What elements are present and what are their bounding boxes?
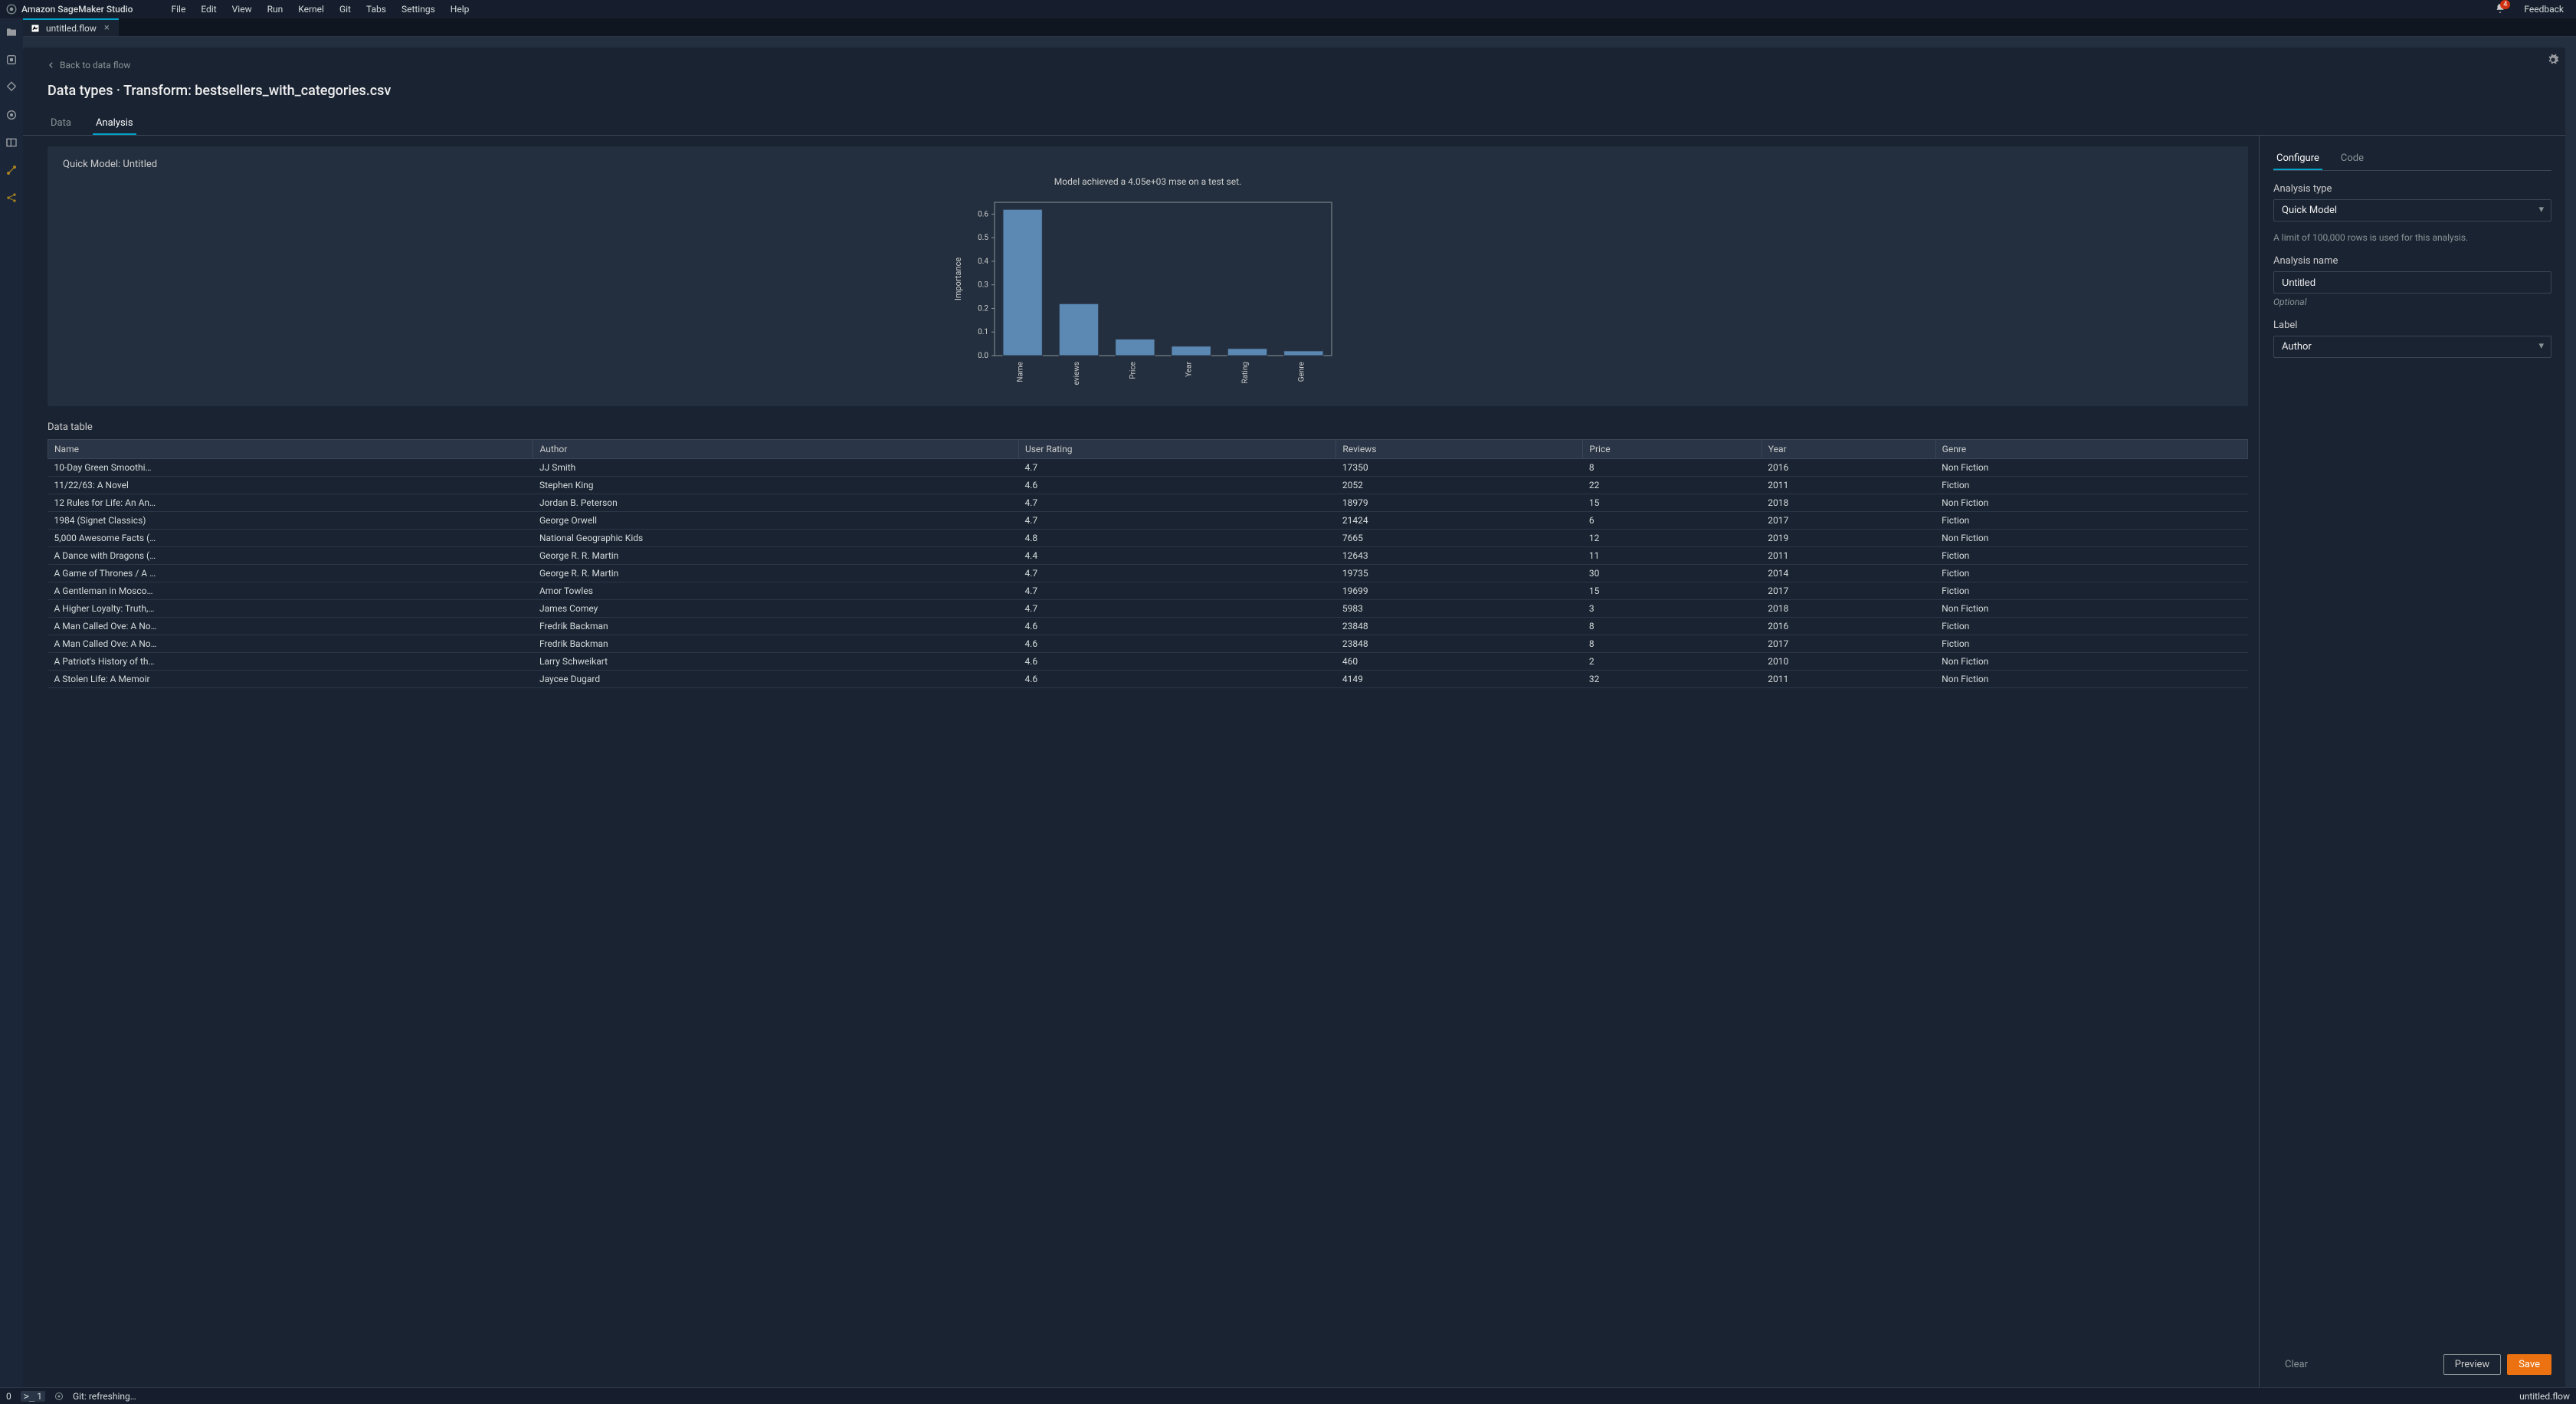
sagemaker-logo-icon [6, 4, 17, 15]
preview-button[interactable]: Preview [2443, 1354, 2501, 1375]
table-row[interactable]: 12 Rules for Life: An An…Jordan B. Peter… [48, 494, 2248, 512]
menu-run[interactable]: Run [260, 4, 291, 15]
col-price[interactable]: Price [1583, 440, 1762, 459]
settings-status-icon[interactable] [54, 1392, 64, 1401]
importance-bar-chart: 0.0 0.1 0.2 0.3 0.4 0.5 0.6 Name eviews Price Year… [63, 195, 2233, 394]
analysis-type-label: Analysis type [2273, 183, 2551, 195]
git-branch-icon[interactable] [5, 81, 18, 93]
menu-view[interactable]: View [224, 4, 260, 15]
svg-text:Year: Year [1185, 361, 1194, 376]
chevron-left-icon [48, 61, 55, 69]
topbar: Amazon SageMaker Studio File Edit View R… [0, 0, 2576, 18]
analysis-name-input[interactable] [2273, 271, 2551, 294]
menu-kernel[interactable]: Kernel [290, 4, 332, 15]
menu-edit[interactable]: Edit [193, 4, 224, 15]
svg-text:0.3: 0.3 [978, 281, 988, 290]
svg-text:Genre: Genre [1297, 362, 1306, 382]
col-reviews[interactable]: Reviews [1336, 440, 1583, 459]
svg-text:eviews: eviews [1073, 362, 1081, 385]
clear-button[interactable]: Clear [2273, 1354, 2319, 1375]
gear-icon[interactable] [2547, 54, 2559, 66]
save-button[interactable]: Save [2507, 1354, 2551, 1375]
components-icon[interactable] [5, 164, 18, 176]
tabs-icon[interactable] [5, 136, 18, 149]
analysis-panel: Quick Model: Untitled Model achieved a 4… [23, 136, 2259, 1387]
data-table-title: Data table [48, 422, 2248, 433]
share-icon[interactable] [5, 192, 18, 204]
left-activity-bar [0, 18, 23, 1387]
menu-file[interactable]: File [163, 4, 193, 15]
feedback-link[interactable]: Feedback [2518, 4, 2570, 15]
table-row[interactable]: A Higher Loyalty: Truth,…James Comey4.75… [48, 600, 2248, 618]
svg-text:Name: Name [1017, 362, 1025, 382]
notification-badge: 4 [2500, 0, 2510, 9]
sub-tabs: Data Analysis [23, 113, 2565, 136]
svg-text:Rating: Rating [1241, 362, 1250, 383]
brand-title: Amazon SageMaker Studio [21, 4, 133, 15]
col-year[interactable]: Year [1762, 440, 1935, 459]
label-field-label: Label [2273, 320, 2551, 331]
configure-panel: Configure Code Analysis type Quick Model… [2259, 136, 2565, 1387]
table-row[interactable]: A Patriot's History of th…Larry Schweika… [48, 653, 2248, 671]
menu-settings[interactable]: Settings [394, 4, 443, 15]
terminal-indicator[interactable]: >_ 1 [21, 1391, 45, 1402]
current-file-status: untitled.flow [2519, 1391, 2570, 1402]
rows-hint: A limit of 100,000 rows is used for this… [2273, 232, 2551, 243]
col-user-rating[interactable]: User Rating [1018, 440, 1336, 459]
svg-text:0.4: 0.4 [978, 258, 988, 266]
svg-text:0.6: 0.6 [978, 210, 988, 218]
extensions-icon[interactable] [5, 109, 18, 121]
svg-text:0.5: 0.5 [978, 234, 988, 242]
tab-title: untitled.flow [46, 23, 97, 34]
back-link-text: Back to data flow [60, 60, 130, 71]
git-status[interactable]: Git: refreshing… [73, 1391, 136, 1402]
folder-icon[interactable] [5, 26, 18, 38]
optional-hint: Optional [2273, 297, 2551, 307]
menu-tabs[interactable]: Tabs [359, 4, 394, 15]
svg-text:0.0: 0.0 [978, 352, 988, 360]
flow-file-icon [31, 24, 40, 33]
tab-untitled-flow[interactable]: untitled.flow × [23, 18, 119, 36]
table-row[interactable]: A Stolen Life: A MemoirJaycee Dugard4.64… [48, 671, 2248, 688]
statusbar: 0 >_ 1 Git: refreshing… untitled.flow [0, 1387, 2576, 1404]
running-icon[interactable] [5, 54, 18, 66]
label-select[interactable]: Author [2273, 336, 2551, 358]
tab-configure[interactable]: Configure [2273, 148, 2322, 170]
chart-card-title: Quick Model: Untitled [63, 159, 2233, 170]
table-row[interactable]: A Game of Thrones / A …George R. R. Mart… [48, 565, 2248, 582]
data-table: NameAuthorUser RatingReviewsPriceYearGen… [48, 439, 2248, 688]
svg-text:Price: Price [1129, 362, 1137, 379]
tab-code[interactable]: Code [2338, 148, 2367, 170]
table-row[interactable]: 5,000 Awesome Facts (…National Geographi… [48, 530, 2248, 547]
close-icon[interactable]: × [103, 22, 111, 34]
table-row[interactable]: A Man Called Ove: A No…Fredrik Backman4.… [48, 618, 2248, 635]
analysis-name-label: Analysis name [2273, 255, 2551, 267]
menu-help[interactable]: Help [443, 4, 477, 15]
svg-text:0.2: 0.2 [978, 304, 988, 313]
table-row[interactable]: A Gentleman in Mosco…Amor Towles4.719699… [48, 582, 2248, 600]
table-row[interactable]: A Dance with Dragons (…George R. R. Mart… [48, 547, 2248, 565]
mse-text: Model achieved a 4.05e+03 mse on a test … [63, 176, 2233, 187]
tab-analysis[interactable]: Analysis [93, 113, 136, 135]
table-row[interactable]: 10-Day Green Smoothi…JJ Smith4.717350820… [48, 459, 2248, 477]
status-zero[interactable]: 0 [6, 1391, 11, 1402]
notifications-button[interactable]: 4 [2495, 3, 2506, 16]
chart-card: Quick Model: Untitled Model achieved a 4… [48, 146, 2248, 406]
analysis-type-select[interactable]: Quick Model [2273, 199, 2551, 221]
page-title: Data types · Transform: bestsellers_with… [48, 83, 2541, 99]
back-to-flow-link[interactable]: Back to data flow [48, 60, 130, 71]
table-row[interactable]: 1984 (Signet Classics)George Orwell4.721… [48, 512, 2248, 530]
svg-text:0.1: 0.1 [978, 328, 988, 336]
menu-git[interactable]: Git [332, 4, 359, 15]
editor-tabbar: untitled.flow × [23, 18, 2576, 37]
table-row[interactable]: 11/22/63: A NovelStephen King4.620522220… [48, 477, 2248, 494]
col-author[interactable]: Author [533, 440, 1018, 459]
svg-text:Importance: Importance [953, 258, 963, 300]
table-row[interactable]: A Man Called Ove: A No…Fredrik Backman4.… [48, 635, 2248, 653]
tab-data[interactable]: Data [48, 113, 74, 135]
col-name[interactable]: Name [48, 440, 533, 459]
col-genre[interactable]: Genre [1935, 440, 2247, 459]
